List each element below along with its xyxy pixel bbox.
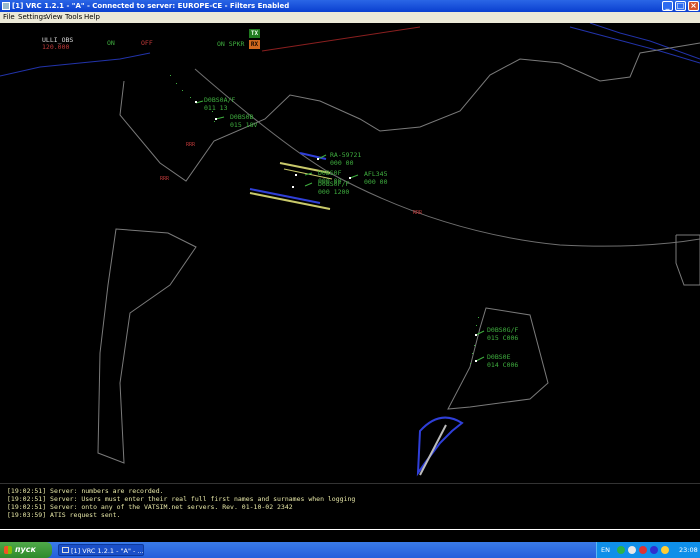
tag-altitude: 000 00 bbox=[364, 178, 388, 186]
network-icon[interactable] bbox=[617, 546, 625, 554]
receive-on-toggle[interactable]: ON bbox=[107, 39, 115, 47]
fix-label: RRR bbox=[160, 176, 170, 182]
menu-bar: File Settings View Tools Help bbox=[0, 12, 700, 23]
message-log[interactable]: [19:02:51] Server: numbers are recorded.… bbox=[0, 483, 700, 530]
tag-altitude: 014 C006 bbox=[487, 361, 519, 369]
minimize-button[interactable]: _ bbox=[662, 1, 673, 11]
taskbar-item-label: [1] VRC 1.2.1 - "A" - ... bbox=[71, 547, 144, 555]
tag-callsign: D0BS0A/F bbox=[204, 96, 236, 104]
leader-5 bbox=[349, 174, 359, 179]
coastline-top-right-2 bbox=[589, 23, 700, 60]
tag-callsign: D0BS0B bbox=[230, 113, 254, 121]
boundary-red bbox=[261, 26, 421, 52]
aircraft-tag[interactable]: RA-59721 000 00 bbox=[330, 151, 361, 167]
tag-altitude: 015 18V bbox=[230, 121, 258, 129]
leader-7 bbox=[475, 330, 485, 336]
leader-6 bbox=[304, 182, 313, 187]
menu-settings[interactable]: Settings bbox=[18, 12, 47, 23]
sector-outline-top bbox=[119, 42, 700, 182]
log-line: [19:02:51] Server: numbers are recorded. bbox=[7, 487, 164, 495]
maximize-button[interactable]: □ bbox=[675, 1, 686, 11]
tag-callsign: D0BS0E bbox=[487, 353, 511, 361]
fix-label: RRR bbox=[413, 210, 423, 216]
aircraft-tag[interactable]: D0BS0F/F 000 1200 bbox=[318, 180, 349, 196]
command-line-input[interactable] bbox=[0, 529, 700, 543]
menu-file[interactable]: File bbox=[3, 12, 15, 23]
aircraft-tag[interactable]: D0BS0A/F 011 13 bbox=[204, 96, 235, 112]
scope-map bbox=[0, 23, 700, 477]
radar-scope[interactable]: ULLI_OBS 120.000 ON OFF ON SPKR TX RX D0… bbox=[0, 23, 700, 483]
menu-tools[interactable]: Tools bbox=[65, 12, 82, 23]
runway-southeast bbox=[419, 424, 447, 476]
windows-logo-icon bbox=[4, 546, 12, 554]
speaker-toggle[interactable]: ON SPKR bbox=[217, 40, 244, 48]
log-line: [19:03:59] ATIS request sent. bbox=[7, 511, 121, 519]
arc-line bbox=[194, 68, 700, 247]
tag-callsign: AFL345 bbox=[364, 170, 388, 178]
tray-app-icon[interactable] bbox=[661, 546, 669, 554]
leader-1 bbox=[195, 100, 204, 104]
language-indicator[interactable]: EN bbox=[601, 542, 610, 558]
tx-indicator[interactable]: TX bbox=[249, 29, 260, 38]
tag-callsign: RA-59721 bbox=[330, 151, 362, 159]
taskbar-item-vrc[interactable]: [1] VRC 1.2.1 - "A" - ... bbox=[58, 544, 144, 556]
coastline-top-right bbox=[569, 26, 700, 64]
transmit-off-toggle[interactable]: OFF bbox=[141, 39, 153, 47]
start-button[interactable]: пуск bbox=[0, 542, 52, 558]
antivirus-icon[interactable] bbox=[639, 546, 647, 554]
primary-frequency[interactable]: 120.000 bbox=[42, 43, 69, 51]
messenger-icon[interactable] bbox=[650, 546, 658, 554]
leader-8 bbox=[475, 356, 485, 362]
tag-callsign: D0BS0F bbox=[318, 169, 342, 177]
log-line: [19:02:51] Server: Users must enter thei… bbox=[7, 495, 356, 503]
menu-view[interactable]: View bbox=[46, 12, 63, 23]
tag-altitude: 000 00 bbox=[330, 159, 354, 167]
leader-2 bbox=[215, 116, 225, 120]
window-title: [1] VRC 1.2.1 - "A" - Connected to serve… bbox=[12, 2, 290, 10]
aircraft-tag[interactable]: D0BS0G/F 015 C006 bbox=[487, 326, 518, 342]
sector-outline-left bbox=[97, 228, 197, 464]
tag-altitude: 011 13 bbox=[204, 104, 228, 112]
menu-help[interactable]: Help bbox=[84, 12, 100, 23]
aircraft-tag[interactable]: D0BS0E 014 C006 bbox=[487, 353, 518, 369]
aircraft-targets[interactable] bbox=[195, 101, 477, 362]
sector-outline-right bbox=[675, 234, 700, 286]
coastline-top-left bbox=[0, 52, 151, 77]
tag-callsign: D0BS0F/F bbox=[318, 180, 350, 188]
title-bar[interactable]: [1] VRC 1.2.1 - "A" - Connected to serve… bbox=[0, 0, 700, 12]
tag-callsign: D0BS0G/F bbox=[487, 326, 519, 334]
rx-indicator[interactable]: RX bbox=[249, 40, 260, 49]
tag-altitude: 015 C006 bbox=[487, 334, 519, 342]
taskbar: пуск [1] VRC 1.2.1 - "A" - ... EN 23:08 bbox=[0, 542, 700, 558]
clock[interactable]: 23:08 bbox=[679, 542, 698, 558]
fix-label: RRR bbox=[186, 142, 196, 148]
volume-icon[interactable] bbox=[628, 546, 636, 554]
system-tray: EN 23:08 bbox=[596, 542, 700, 558]
close-button[interactable]: × bbox=[688, 1, 699, 11]
aircraft-tag[interactable]: D0BS0B 015 18V bbox=[230, 113, 257, 129]
aircraft-tag[interactable]: AFL345 000 00 bbox=[364, 170, 387, 186]
start-label: пуск bbox=[15, 545, 36, 554]
log-line: [19:02:51] Server: onto any of the VATSI… bbox=[7, 503, 293, 511]
tag-altitude: 000 1200 bbox=[318, 188, 350, 196]
window-icon bbox=[62, 547, 69, 553]
app-icon[interactable] bbox=[2, 2, 10, 10]
